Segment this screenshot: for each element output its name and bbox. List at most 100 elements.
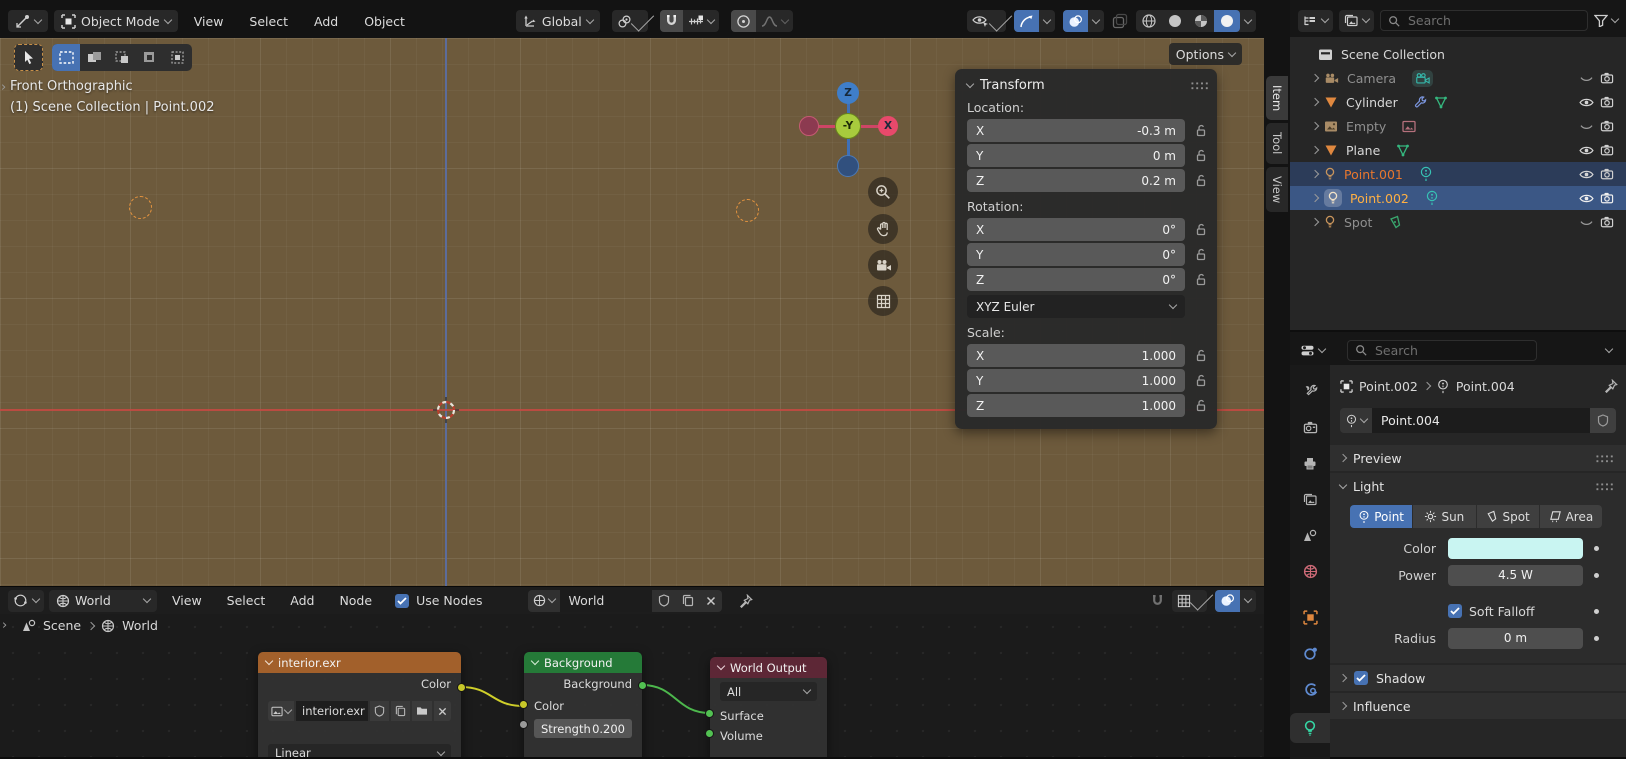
render-visibility-icon[interactable]	[1600, 144, 1614, 156]
properties-editor-type-button[interactable]	[1300, 344, 1325, 357]
outliner-row-scene-collection[interactable]: Scene Collection	[1290, 42, 1626, 66]
colorspace-select[interactable]: Linear	[268, 744, 451, 758]
image-name-field[interactable]: interior.exr	[296, 701, 368, 721]
select-intersect-tool-button[interactable]	[164, 44, 192, 71]
rotation-x-field[interactable]: X0°	[967, 218, 1185, 241]
rotation-mode-select[interactable]: XYZ Euler	[967, 295, 1185, 318]
lock-icon[interactable]	[1185, 399, 1209, 412]
location-x-field[interactable]: X-0.3 m	[967, 119, 1185, 142]
animate-dot[interactable]	[1594, 573, 1599, 578]
menu-select[interactable]: Select	[217, 593, 276, 608]
lock-icon[interactable]	[1185, 248, 1209, 261]
new-copy-button[interactable]	[676, 590, 700, 612]
snap-toggle[interactable]	[660, 10, 683, 32]
toggle-grid-button[interactable]	[868, 286, 898, 316]
sidebar-tab-view[interactable]: View	[1266, 167, 1288, 212]
color-output-socket[interactable]	[457, 683, 466, 692]
outliner-row-empty[interactable]: Empty	[1290, 114, 1626, 138]
overlays-toggle[interactable]	[1215, 590, 1240, 612]
radius-field[interactable]: 0 m	[1448, 628, 1583, 649]
eye-open-icon[interactable]	[1579, 193, 1594, 204]
eye-closed-icon[interactable]	[1579, 217, 1594, 228]
expand-chevron[interactable]	[1311, 194, 1319, 202]
tab-physics[interactable]	[1295, 677, 1325, 701]
outliner-row-point-001[interactable]: Point.001	[1290, 162, 1626, 186]
unlink-x-button[interactable]	[434, 701, 451, 721]
modifier-wrench-icon[interactable]	[1414, 96, 1427, 109]
eye-open-icon[interactable]	[1579, 169, 1594, 180]
snap-settings-select[interactable]	[683, 10, 719, 32]
lock-icon[interactable]	[1185, 223, 1209, 236]
outliner-row-point-002[interactable]: Point.002	[1290, 186, 1626, 210]
light-type-sun-button[interactable]: Sun	[1413, 505, 1475, 528]
overlays-toggle[interactable]	[1063, 10, 1088, 32]
cursor-3d[interactable]	[432, 396, 460, 424]
render-visibility-icon[interactable]	[1600, 120, 1614, 132]
scale-x-field[interactable]: X1.000	[967, 344, 1185, 367]
outliner-row-cylinder[interactable]: Cylinder	[1290, 90, 1626, 114]
node-world-output[interactable]: World Output All Surface Volume	[710, 657, 827, 757]
select-invert-tool-button[interactable]	[136, 44, 164, 71]
light-object-marker[interactable]	[129, 196, 152, 219]
eye-open-icon[interactable]	[1579, 145, 1594, 156]
gizmo-x-ball[interactable]: X	[878, 116, 898, 136]
tab-output[interactable]	[1295, 451, 1325, 475]
outliner-row-spot[interactable]: Spot	[1290, 210, 1626, 234]
tab-render[interactable]	[1295, 415, 1325, 439]
expand-chevron[interactable]	[1311, 74, 1319, 82]
lock-icon[interactable]	[1185, 149, 1209, 162]
shading-settings-select[interactable]	[1240, 10, 1256, 32]
tab-scene[interactable]	[1295, 523, 1325, 547]
expand-chevron[interactable]	[1311, 218, 1319, 226]
gizmo-z-ball[interactable]: Z	[837, 82, 859, 104]
gizmos-settings-select[interactable]	[1039, 10, 1055, 32]
mesh-data-icon[interactable]	[1434, 96, 1448, 109]
lock-icon[interactable]	[1185, 124, 1209, 137]
location-y-field[interactable]: Y0 m	[967, 144, 1185, 167]
menu-view[interactable]: View	[162, 593, 212, 608]
outliner-row-camera[interactable]: Camera	[1290, 66, 1626, 90]
image-browse-button[interactable]	[268, 701, 294, 721]
tab-tool[interactable]	[1295, 379, 1325, 403]
panel-grip-handle[interactable]	[1595, 454, 1614, 463]
transform-orientation-select[interactable]: Global	[516, 10, 600, 32]
mode-select[interactable]: Object Mode	[54, 10, 178, 32]
datablock-name-field[interactable]: Point.004	[1372, 408, 1590, 433]
panel-grip-handle[interactable]	[1595, 482, 1614, 491]
light-type-point-button[interactable]: Point	[1350, 505, 1412, 528]
eye-closed-icon[interactable]	[1579, 121, 1594, 132]
fake-user-shield-button[interactable]	[652, 590, 676, 612]
shading-solid-button[interactable]	[1162, 10, 1188, 32]
light-type-area-button[interactable]: Area	[1540, 505, 1602, 528]
select-subtract-tool-button[interactable]	[108, 44, 136, 71]
pan-button[interactable]	[868, 214, 898, 244]
background-output-socket[interactable]	[638, 681, 647, 690]
axis-gizmo[interactable]: Z X -Y	[806, 85, 890, 177]
gizmo-neg-z-ball[interactable]	[837, 155, 859, 177]
node-collapse-chevron[interactable]	[265, 657, 273, 665]
animate-dot[interactable]	[1594, 636, 1599, 641]
region-expand-chevron[interactable]: ›	[2, 618, 7, 633]
overlays-settings-select[interactable]	[1088, 10, 1104, 32]
menu-node[interactable]: Node	[329, 593, 382, 608]
breadcrumb-world[interactable]: World	[122, 618, 158, 633]
pin-icon[interactable]	[1604, 379, 1618, 393]
properties-options-chevron[interactable]	[1605, 344, 1613, 352]
output-target-select[interactable]: All	[720, 682, 817, 701]
tab-object[interactable]	[1295, 605, 1325, 629]
point-light-data-icon[interactable]	[1419, 166, 1433, 182]
expand-chevron[interactable]	[1311, 98, 1319, 106]
influence-panel-header[interactable]: Influence	[1330, 693, 1626, 719]
menu-view[interactable]: View	[184, 14, 234, 29]
outliner-search-input[interactable]	[1380, 10, 1588, 31]
expand-chevron[interactable]	[1311, 170, 1319, 178]
select-box-tool-button[interactable]	[52, 44, 80, 71]
gizmos-toggle[interactable]	[1014, 10, 1039, 32]
shading-rendered-button[interactable]	[1214, 10, 1240, 32]
render-visibility-icon[interactable]	[1600, 216, 1614, 228]
outliner-display-mode-button[interactable]	[1339, 10, 1374, 32]
breadcrumb-data[interactable]: Point.004	[1456, 379, 1515, 394]
color-input-socket[interactable]	[519, 700, 528, 709]
image-data-icon[interactable]	[1402, 120, 1416, 133]
breadcrumb-scene[interactable]: Scene	[43, 618, 81, 633]
